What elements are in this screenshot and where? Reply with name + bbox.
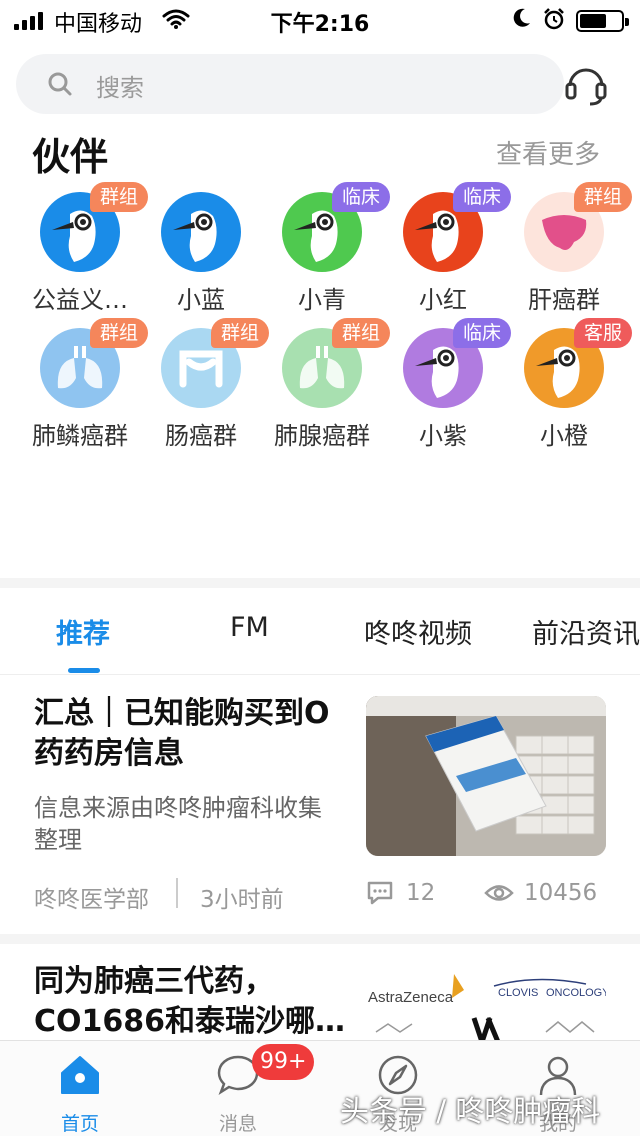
partner-name: 小橙: [540, 422, 588, 450]
article-subtitle: 信息来源由咚咚肿瘤科收集整理: [34, 794, 322, 854]
partner-name: 小红: [419, 286, 467, 314]
partner-name: 肺鳞癌群: [32, 422, 128, 450]
partner-xiaozi[interactable]: 临床小紫: [383, 318, 512, 450]
partner-badge: 群组: [211, 318, 270, 348]
logo-clovis: CLOVIS: [498, 987, 538, 999]
moon-icon: [512, 7, 532, 35]
partner-xiaohong[interactable]: 临床小红: [383, 182, 512, 314]
nav-messages-label: 消息: [218, 1113, 257, 1135]
partner-name: 公益义…: [32, 286, 128, 314]
partner-badge: 临床: [332, 182, 391, 212]
tab-fm[interactable]: FM: [230, 612, 269, 643]
battery-icon: [576, 10, 629, 32]
nav-home-label: 首页: [60, 1113, 99, 1135]
partner-name: 小青: [298, 286, 346, 314]
tab-videos[interactable]: 咚咚视频: [364, 612, 472, 651]
partner-name: 肺腺癌群: [274, 422, 370, 450]
partner-liver-cancer-group[interactable]: 群组肝癌群: [504, 182, 633, 314]
search-placeholder: 搜索: [96, 74, 144, 102]
partners-title: 伙伴: [32, 135, 109, 179]
search-input[interactable]: 搜索: [16, 54, 564, 114]
see-more-link[interactable]: 查看更多: [496, 134, 600, 171]
comment-icon: [366, 880, 394, 912]
headset-icon[interactable]: [562, 62, 610, 112]
partner-xiaolan[interactable]: 小蓝: [141, 182, 261, 314]
partner-badge: 客服: [574, 318, 633, 348]
partner-badge: 群组: [332, 318, 391, 348]
partner-colorectal-group[interactable]: 群组肠癌群: [141, 318, 270, 450]
article-title: 汇总｜已知能购买到O药药房信息: [34, 696, 330, 771]
status-bar: 中国移动 下午2:16: [0, 0, 640, 40]
section-divider: [0, 578, 640, 588]
eye-icon: [484, 882, 514, 910]
logo-oncology: ONCOLOGY: [546, 987, 606, 999]
partner-name: 肠癌群: [165, 422, 237, 450]
article-divider: [0, 934, 640, 944]
unread-badge: 99+: [252, 1044, 315, 1080]
partner-xiaocheng[interactable]: 客服小橙: [504, 318, 633, 450]
partner-badge: 临床: [453, 318, 512, 348]
search-icon: [46, 70, 74, 102]
partner-badge: 群组: [574, 182, 633, 212]
active-tab-indicator: [68, 668, 100, 673]
article-source: 咚咚医学部: [34, 887, 149, 913]
partner-lung-squamous-group[interactable]: 群组肺鳞癌群: [20, 318, 149, 450]
article-time: 3小时前: [200, 887, 284, 913]
partner-name: 小蓝: [177, 286, 225, 314]
article-thumbnail: AstraZeneca CLOVIS ONCOLOGY: [366, 966, 606, 1042]
nav-home[interactable]: 首页: [20, 1041, 140, 1136]
tabs-divider: [0, 674, 640, 675]
meta-separator: [176, 878, 178, 908]
partner-public-welfare[interactable]: 群组公益义…: [20, 182, 149, 314]
partner-name: 肝癌群: [528, 286, 600, 314]
logo-astrazeneca: AstraZeneca: [368, 989, 454, 1006]
partner-avatar: [161, 192, 241, 272]
tab-frontier-news[interactable]: 前沿资讯: [532, 612, 640, 651]
alarm-icon: [542, 7, 566, 37]
article-title: 同为肺癌三代药，CO1686和泰瑞沙哪…: [34, 964, 346, 1039]
comment-count: 12: [406, 880, 436, 906]
partner-badge: 群组: [90, 318, 149, 348]
partner-name: 小紫: [419, 422, 467, 450]
partner-badge: 临床: [453, 182, 512, 212]
tab-recommend[interactable]: 推荐: [56, 612, 110, 651]
partner-badge: 群组: [90, 182, 149, 212]
article-thumbnail: [366, 696, 606, 856]
view-count: 10456: [524, 880, 598, 906]
watermark: 头条号 / 咚咚肿瘤科: [340, 1094, 601, 1128]
partner-lung-adeno-group[interactable]: 群组肺腺癌群: [262, 318, 391, 450]
partner-xiaoqing[interactable]: 临床小青: [262, 182, 391, 314]
home-icon: [58, 1053, 102, 1101]
